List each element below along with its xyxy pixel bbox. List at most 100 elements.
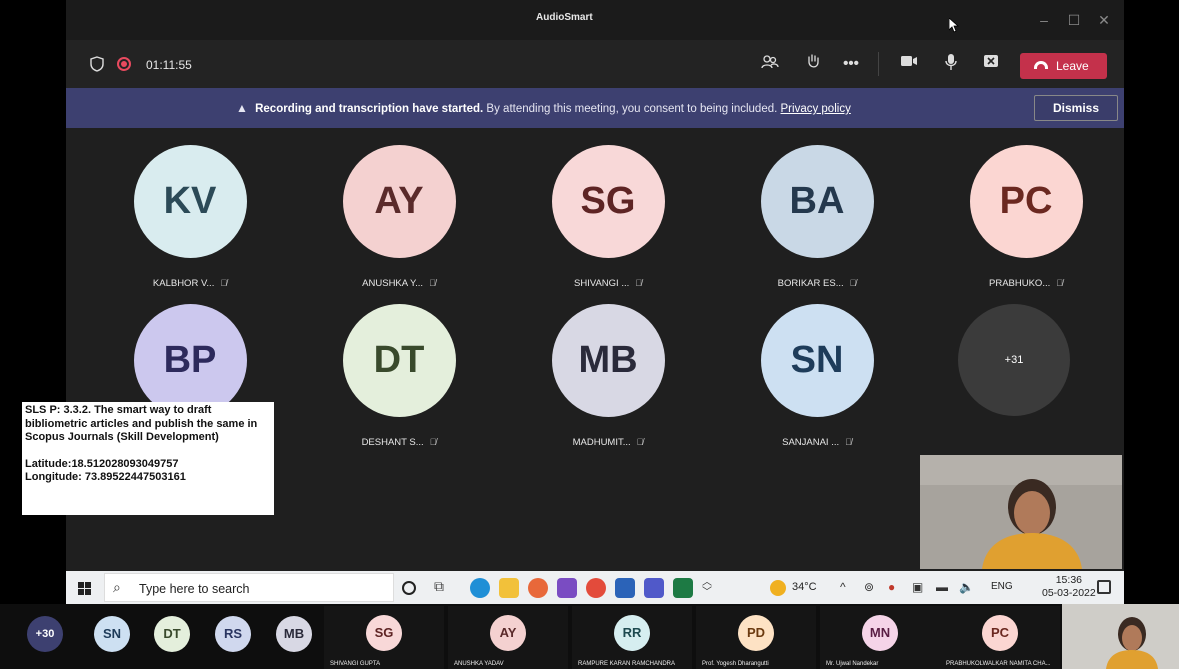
- mic-muted-icon: 🎙̸: [845, 437, 852, 447]
- people-icon[interactable]: [759, 53, 781, 75]
- banner-bold-text: Recording and transcription have started…: [255, 103, 484, 115]
- participant-tile[interactable]: KV KALBHOR V... 🎙̸: [120, 145, 260, 289]
- recording-icon: [117, 57, 131, 71]
- presenter-image: [920, 455, 1122, 569]
- firefox-icon[interactable]: [528, 578, 548, 598]
- language-indicator[interactable]: ENG: [991, 581, 1013, 592]
- app-title: AudioSmart: [536, 12, 593, 23]
- recording-banner: ▲ Recording and transcription have start…: [66, 88, 1124, 128]
- participant-name: SANJANAI ... 🎙̸: [782, 437, 852, 448]
- longitude-text: Longitude: 73.89522447503161: [25, 471, 186, 483]
- cortana-icon[interactable]: [402, 581, 416, 595]
- camera-icon[interactable]: [898, 53, 920, 75]
- participant-tile[interactable]: BP: [120, 304, 260, 417]
- clock-date: 05-03-2022: [1042, 587, 1096, 599]
- mouse-cursor-icon: [949, 18, 960, 33]
- outlook-icon[interactable]: [557, 578, 577, 598]
- clock-time: 15:36: [1055, 574, 1082, 586]
- task-view-icon[interactable]: ⧉: [434, 578, 454, 598]
- self-video-image: [1062, 604, 1179, 669]
- taskbar-search-box[interactable]: ⌕ Type here to search: [104, 573, 394, 602]
- strip-video-avatar: SG: [366, 615, 402, 651]
- presenter-video: [920, 455, 1122, 569]
- strip-video-tile[interactable]: PC PRABHUKOLWALKAR NAMITA CHA...: [940, 606, 1060, 669]
- leave-button[interactable]: Leave: [1020, 53, 1107, 79]
- participant-name: PRABHUKO... 🎙̸: [989, 278, 1063, 289]
- strip-video-tile[interactable]: AY ANUSHKA YADAV: [448, 606, 568, 669]
- avatar: AY: [342, 145, 456, 258]
- shield-icon: [90, 56, 104, 72]
- more-participants-button[interactable]: +31: [958, 304, 1070, 416]
- network-icon[interactable]: ▣: [912, 580, 923, 594]
- overflow-chevron-icon[interactable]: ︿ ﹀: [702, 578, 722, 598]
- participant-tile[interactable]: SG SHIVANGI ... 🎙̸: [538, 145, 678, 289]
- meeting-timer: 01:11:55: [146, 58, 192, 72]
- avatar: SN: [760, 304, 874, 417]
- mic-muted-icon: 🎙̸: [636, 437, 644, 447]
- privacy-policy-link[interactable]: Privacy policy: [781, 103, 851, 115]
- strip-video-tile[interactable]: PD Prof. Yogesh Dharangutti: [696, 606, 816, 669]
- strip-avatar[interactable]: SN: [94, 616, 130, 652]
- file-explorer-icon[interactable]: [499, 578, 519, 598]
- teams-icon[interactable]: [644, 578, 664, 598]
- self-video-tile[interactable]: [1062, 604, 1179, 669]
- excel-icon[interactable]: [673, 578, 693, 598]
- avatar: PC: [969, 145, 1083, 258]
- strip-avatar[interactable]: RS: [215, 616, 251, 652]
- banner-consent-text: By attending this meeting, you consent t…: [483, 103, 781, 115]
- participant-tile[interactable]: DT DESHANT S... 🎙̸: [329, 304, 469, 448]
- more-participants-chip[interactable]: +30: [27, 616, 63, 652]
- chrome-icon[interactable]: [586, 578, 606, 598]
- strip-video-tile[interactable]: RR RAMPURE KARAN RAMCHANDRA: [572, 606, 692, 669]
- taskbar-clock[interactable]: 15:36 05-03-2022: [1042, 574, 1096, 600]
- participant-name: MADHUMIT... 🎙̸: [572, 437, 644, 448]
- strip-avatar[interactable]: DT: [154, 616, 190, 652]
- edge-icon[interactable]: [470, 578, 490, 598]
- participant-tile[interactable]: PC PRABHUKO... 🎙̸: [956, 145, 1096, 289]
- meet-now-icon[interactable]: ⊚: [864, 580, 874, 594]
- mic-muted-icon: 🎙̸: [635, 278, 642, 288]
- mic-muted-icon: 🎙̸: [220, 278, 228, 288]
- participant-tile[interactable]: SN SANJANAI ... 🎙̸: [747, 304, 887, 448]
- dismiss-button[interactable]: Dismiss: [1034, 95, 1118, 121]
- strip-video-avatar: RR: [614, 615, 650, 651]
- share-screen-icon[interactable]: [980, 53, 1002, 75]
- search-placeholder: Type here to search: [139, 582, 250, 596]
- avatar: DT: [342, 304, 456, 417]
- weather-temp[interactable]: 34°C: [792, 581, 817, 593]
- strip-avatar[interactable]: MB: [276, 616, 312, 652]
- chrome-tray-icon[interactable]: ●: [888, 580, 895, 594]
- avatar: MB: [551, 304, 665, 417]
- strip-video-name: ANUSHKA YADAV: [454, 661, 504, 667]
- more-options-icon[interactable]: •••: [840, 53, 862, 75]
- mic-muted-icon: 🎙̸: [429, 437, 437, 447]
- tray-expand-icon[interactable]: ^: [840, 580, 846, 594]
- session-title: SLS P: 3.3.2. The smart way to draft bib…: [25, 404, 258, 443]
- microphone-icon[interactable]: [940, 53, 962, 75]
- participant-tile[interactable]: MB MADHUMIT... 🎙̸: [538, 304, 678, 448]
- warning-icon: ▲: [236, 101, 248, 115]
- battery-icon[interactable]: ▬: [936, 580, 948, 594]
- maximize-button[interactable]: ☐: [1066, 12, 1082, 29]
- participant-tile[interactable]: AY ANUSHKA Y... 🎙̸: [329, 145, 469, 289]
- windows-start-icon[interactable]: [78, 582, 91, 595]
- participant-strip: +30 SN DT RS MB SG SHIVANGI GUPTA AY ANU…: [0, 604, 1179, 669]
- strip-video-tile[interactable]: SG SHIVANGI GUPTA: [324, 606, 444, 669]
- avatar: KV: [133, 145, 247, 258]
- toolbar-divider: [878, 52, 879, 76]
- avatar: BA: [760, 145, 874, 258]
- strip-video-avatar: PC: [982, 615, 1018, 651]
- word-icon[interactable]: [615, 578, 635, 598]
- participant-tile[interactable]: BA BORIKAR ES... 🎙̸: [747, 145, 887, 289]
- mic-muted-icon: 🎙̸: [849, 278, 857, 288]
- raise-hand-icon[interactable]: [802, 53, 824, 75]
- strip-video-tile[interactable]: MN Mr. Ujwal Nandekar: [820, 606, 940, 669]
- latitude-text: Latitude:18.512028093049757: [25, 457, 179, 470]
- volume-icon[interactable]: 🔈: [959, 580, 974, 594]
- weather-icon[interactable]: [770, 580, 786, 596]
- phone-hangup-icon: [1034, 61, 1048, 69]
- close-window-button[interactable]: ✕: [1096, 12, 1112, 29]
- minimize-button[interactable]: –: [1036, 12, 1052, 28]
- search-icon: ⌕: [113, 579, 121, 595]
- notification-icon[interactable]: [1097, 580, 1111, 594]
